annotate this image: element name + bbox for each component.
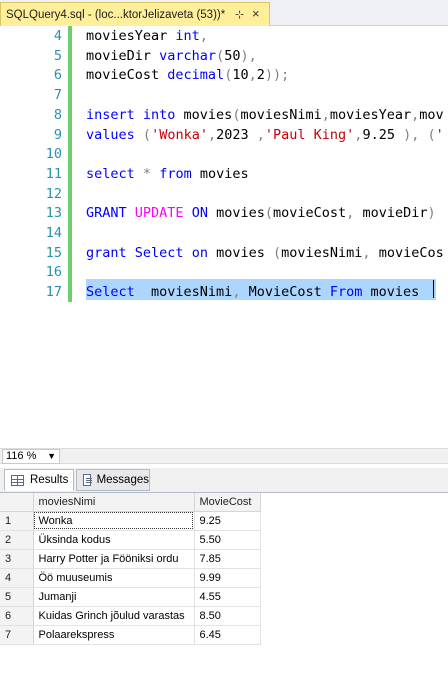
tab-results-label: Results [30,474,69,486]
sql-editor[interactable]: 4 5 6 7 8 9 10 11 12 13 14 15 16 17 movi… [0,26,448,448]
row-number[interactable]: 7 [0,625,34,645]
grid-icon [11,474,24,486]
table-header-row: moviesNimi MovieCost [0,493,261,512]
table-row[interactable]: 5 Jumanji 4.55 [0,587,261,607]
line-number: 8 [53,106,62,123]
results-tab-bar: Results Messages [0,468,448,492]
column-header-moviesnimi[interactable]: moviesNimi [33,493,195,512]
table-row[interactable]: 3 Harry Potter ja Fööniksi ordu 7.85 [0,549,261,569]
table-row[interactable]: 2 Üksinda kodus 5.50 [0,530,261,550]
tab-messages-label: Messages [96,474,149,486]
row-number[interactable]: 6 [0,606,34,626]
editor-zoom-bar: 116 % ▼ [0,448,448,464]
code-line: insert into movies(moviesNimi,moviesYear… [86,106,444,123]
row-number-header[interactable] [0,493,34,512]
table-cell[interactable]: 8.50 [194,606,261,626]
table-cell[interactable]: Jumanji [33,587,195,607]
row-number[interactable]: 2 [0,530,34,550]
tab-results[interactable]: Results [4,469,74,491]
line-number: 14 [45,225,62,241]
code-line: movieCost decimal(10,2)); [86,67,290,84]
code-line: select * from movies [86,165,249,182]
line-number: 5 [53,47,62,64]
table-cell[interactable]: Harry Potter ja Fööniksi ordu [33,549,195,569]
line-number: 17 [45,284,62,301]
line-number: 15 [45,244,62,261]
row-number[interactable]: 5 [0,587,34,607]
query-tab-title: SQLQuery4.sql - (loc...ktorJelizaveta (5… [6,8,226,21]
table-cell[interactable]: 4.55 [194,587,261,607]
zoom-select[interactable]: 116 % ▼ [2,449,60,464]
zoom-value: 116 % [6,450,37,462]
table-cell[interactable]: 9.25 [194,511,261,531]
table-row[interactable]: 7 Polaarekspress 6.45 [0,625,261,645]
row-number[interactable]: 4 [0,568,34,588]
table-cell[interactable]: Üksinda kodus [33,530,195,550]
text-caret [433,280,434,298]
pin-icon[interactable]: ⊹ [235,8,244,21]
query-tab[interactable]: SQLQuery4.sql - (loc...ktorJelizaveta (5… [0,2,270,26]
line-number: 9 [53,126,62,143]
table-row[interactable]: 6 Kuidas Grinch jõulud varastas 8.50 [0,606,261,626]
table-cell[interactable]: Öö muuseumis [33,568,195,588]
code-line: GRANT UPDATE ON movies(movieCost, movieD… [86,205,436,222]
results-grid[interactable]: moviesNimi MovieCost 1 Wonka 9.25 2 Üksi… [0,492,448,675]
line-number: 7 [53,87,62,104]
table-cell[interactable]: Kuidas Grinch jõulud varastas [33,606,195,626]
table-cell[interactable]: Polaarekspress [33,625,195,645]
table-cell[interactable]: Wonka [33,511,195,531]
chevron-down-icon: ▼ [47,451,56,461]
table-cell[interactable]: 6.45 [194,625,261,645]
line-number: 4 [53,28,62,44]
results-table: moviesNimi MovieCost 1 Wonka 9.25 2 Üksi… [0,493,261,645]
line-number: 10 [45,146,62,163]
change-indicator-bar [68,26,72,302]
line-number: 16 [45,264,62,281]
code-line: values ('Wonka',2023 ,'Paul King',9.25 )… [86,126,444,143]
document-tab-bar: SQLQuery4.sql - (loc...ktorJelizaveta (5… [0,0,448,26]
line-number: 13 [45,205,62,222]
table-row[interactable]: 4 Öö muuseumis 9.99 [0,568,261,588]
close-icon[interactable]: × [252,6,260,21]
tab-messages[interactable]: Messages [76,469,150,491]
line-number: 12 [45,185,62,202]
row-number[interactable]: 3 [0,549,34,569]
code-line: movieDir varchar(50), [86,47,257,64]
row-number[interactable]: 1 [0,511,34,531]
code-line: moviesYear int, [86,28,208,44]
line-number: 11 [45,165,62,182]
table-row[interactable]: 1 Wonka 9.25 [0,511,261,531]
column-header-moviecost[interactable]: MovieCost [194,493,261,512]
line-number: 6 [53,67,62,84]
table-cell[interactable]: 9.99 [194,568,261,588]
messages-icon [83,474,92,486]
table-cell[interactable]: 7.85 [194,549,261,569]
code-line: Select moviesNimi, MovieCost From movies [86,284,420,301]
code-line: grant Select on movies (moviesNimi, movi… [86,244,444,261]
table-cell[interactable]: 5.50 [194,530,261,550]
